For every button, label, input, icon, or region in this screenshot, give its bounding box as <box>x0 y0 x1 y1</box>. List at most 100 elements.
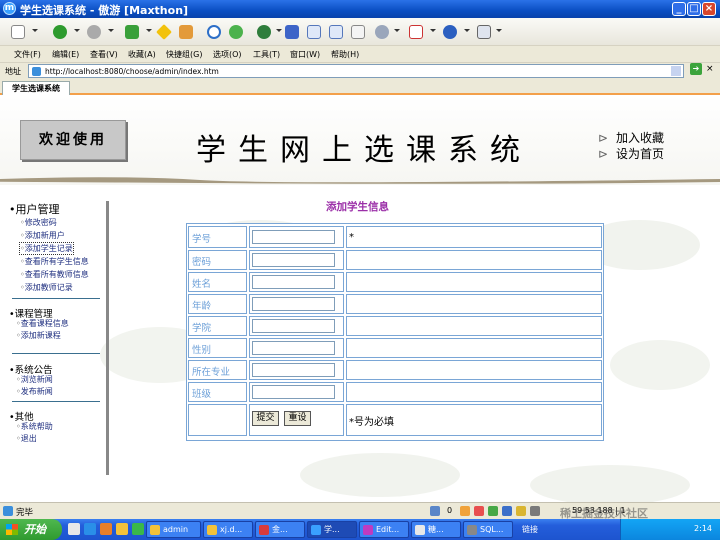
chevron-down-icon[interactable] <box>496 29 502 32</box>
chevron-down-icon[interactable] <box>32 29 38 32</box>
menu-favorites[interactable]: 收藏(A) <box>128 49 156 60</box>
editor-icon <box>363 525 373 535</box>
menu-bar: 文件(F) 编辑(E) 查看(V) 收藏(A) 快捷组(G) 选项(O) 工具(… <box>0 46 720 62</box>
sidebar-item-view-teachers[interactable]: ◦查看所有教师信息 <box>20 269 89 280</box>
popup-icon[interactable] <box>460 506 470 516</box>
save-icon[interactable] <box>282 22 302 42</box>
paste-icon[interactable] <box>326 22 346 42</box>
title-bar: m 学生选课系统 - 傲游 [Maxthon] _ □ × <box>0 0 720 18</box>
tab-student-system[interactable]: 学生选课系统 <box>2 81 70 95</box>
submit-button[interactable]: 提交 <box>252 411 279 426</box>
divider <box>12 298 100 299</box>
menu-view[interactable]: 查看(V) <box>90 49 118 60</box>
page-icon[interactable] <box>348 22 368 42</box>
sidebar-item-add-user[interactable]: ◦添加新用户 <box>20 230 65 241</box>
settings-icon[interactable] <box>530 506 540 516</box>
set-homepage-link[interactable]: ⊳ 设为首页 <box>598 145 664 162</box>
close-button[interactable]: × <box>702 2 716 16</box>
sidebar-item-publish-news[interactable]: ◦发布新闻 <box>16 386 53 397</box>
clock[interactable]: 2:14 <box>694 524 712 533</box>
add-favorite-link[interactable]: ⊳ 加入收藏 <box>598 129 664 146</box>
globe-icon[interactable] <box>254 22 274 42</box>
sidebar-item-add-student[interactable]: ◦添加学生记录 <box>19 242 74 255</box>
set-homepage-label[interactable]: 设为首页 <box>616 147 664 161</box>
start-button[interactable]: 开始 <box>0 519 62 540</box>
menu-help[interactable]: 帮助(H) <box>331 49 359 60</box>
links-label[interactable]: 链接 <box>522 524 538 535</box>
security-icon[interactable] <box>488 506 498 516</box>
chevron-down-icon[interactable] <box>464 29 470 32</box>
sidebar-item-help[interactable]: ◦系统帮助 <box>16 421 53 432</box>
chevron-down-icon[interactable] <box>74 29 80 32</box>
major-input[interactable] <box>252 363 335 377</box>
block-icon[interactable] <box>474 506 484 516</box>
menu-file[interactable]: 文件(F) <box>14 49 41 60</box>
minimize-button[interactable]: _ <box>672 2 686 16</box>
layout-icon[interactable] <box>474 22 494 42</box>
browser-icon[interactable] <box>84 523 96 535</box>
speaker-icon[interactable] <box>430 506 440 516</box>
gender-input[interactable] <box>252 341 335 355</box>
form-row-student-id: 学号 * <box>188 226 602 248</box>
star-icon[interactable] <box>516 506 526 516</box>
chevron-down-icon[interactable] <box>108 29 114 32</box>
student-id-input[interactable] <box>252 230 335 244</box>
network-icon[interactable] <box>502 506 512 516</box>
task-editor[interactable]: Edit... <box>359 521 409 538</box>
sidebar-item-view-students[interactable]: ◦查看所有学生信息 <box>20 256 89 267</box>
note-cell: * <box>346 226 602 248</box>
menu-groups[interactable]: 快捷组(G) <box>166 49 202 60</box>
home-icon[interactable] <box>176 22 196 42</box>
refresh-button[interactable] <box>122 22 142 42</box>
sidebar-item-view-courses[interactable]: ◦查看课程信息 <box>16 318 69 329</box>
menu-edit[interactable]: 编辑(E) <box>52 49 79 60</box>
go-button[interactable]: ➔ <box>690 63 702 75</box>
sidebar-item-change-password[interactable]: ◦修改密码 <box>20 217 57 228</box>
back-button[interactable] <box>50 22 70 42</box>
history-icon[interactable] <box>226 22 246 42</box>
show-desktop-icon[interactable] <box>68 523 80 535</box>
reset-button[interactable]: 重设 <box>284 411 311 426</box>
address-input[interactable]: http://localhost:8080/choose/admin/index… <box>28 64 684 78</box>
task-window[interactable]: 金... <box>255 521 305 538</box>
class-input[interactable] <box>252 385 335 399</box>
sidebar-item-add-teacher[interactable]: ◦添加教师记录 <box>20 282 73 293</box>
qq-icon[interactable] <box>132 523 144 535</box>
tools-icon[interactable] <box>372 22 392 42</box>
forward-button[interactable] <box>84 22 104 42</box>
folder-icon[interactable] <box>116 523 128 535</box>
undo-icon[interactable] <box>440 22 460 42</box>
field-label: 班级 <box>192 389 212 400</box>
chevron-down-icon[interactable] <box>394 29 400 32</box>
new-page-button[interactable] <box>8 22 28 42</box>
task-sql[interactable]: SQL... <box>463 521 513 538</box>
chevron-down-icon[interactable] <box>430 29 436 32</box>
chevron-down-icon[interactable] <box>146 29 152 32</box>
add-favorite-label[interactable]: 加入收藏 <box>616 131 664 145</box>
address-url[interactable]: http://localhost:8080/choose/admin/index… <box>45 67 219 76</box>
password-input[interactable] <box>252 253 335 267</box>
menu-tools[interactable]: 工具(T) <box>253 49 280 60</box>
name-input[interactable] <box>252 275 335 289</box>
block-icon[interactable] <box>406 22 426 42</box>
sidebar-item-browse-news[interactable]: ◦浏览新闻 <box>16 374 53 385</box>
label-cell: 性别 <box>188 338 247 358</box>
menu-options[interactable]: 选项(O) <box>213 49 242 60</box>
sidebar-item-add-course[interactable]: ◦添加新课程 <box>16 330 61 341</box>
close-icon[interactable]: × <box>706 64 714 74</box>
task-xj[interactable]: xj.d... <box>203 521 253 538</box>
status-text: 完毕 <box>16 508 34 518</box>
maximize-button[interactable]: □ <box>687 2 701 16</box>
copy-icon[interactable] <box>304 22 324 42</box>
task-admin[interactable]: admin <box>146 521 201 538</box>
sidebar-item-logout[interactable]: ◦退出 <box>16 433 37 444</box>
task-student-system[interactable]: 学... <box>307 521 357 538</box>
favorites-star-icon[interactable] <box>154 22 174 42</box>
college-input[interactable] <box>252 319 335 333</box>
chevron-down-icon[interactable] <box>671 66 681 76</box>
task-app[interactable]: 糖... <box>411 521 461 538</box>
age-input[interactable] <box>252 297 335 311</box>
app-icon[interactable] <box>100 523 112 535</box>
menu-window[interactable]: 窗口(W) <box>290 49 320 60</box>
search-icon[interactable] <box>204 22 224 42</box>
